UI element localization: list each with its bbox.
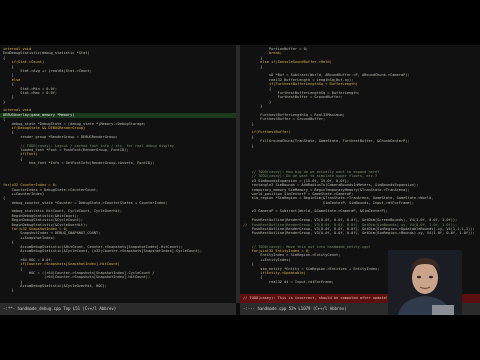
left-status-bar: -:**- handmade_debug.cpp Top L51 (C++/l … bbox=[0, 303, 236, 315]
presenter-figure bbox=[388, 250, 462, 315]
code-line: PushRectOutline(RenderGroup, V3(0.0f, 0.… bbox=[243, 231, 475, 236]
video-top-bar bbox=[0, 0, 480, 12]
right-code-lines: PortionBuffer = 0; break; } else if(Cons… bbox=[243, 47, 478, 284]
webcam-overlay bbox=[388, 250, 462, 315]
left-code-lines: internal void EndDebugStatistic(debug_sta… bbox=[3, 47, 234, 293]
left-code-pane[interactable]: internal void EndDebugStatistic(debug_sta… bbox=[0, 45, 236, 303]
code-line: } bbox=[3, 288, 14, 293]
code-line: PushRectOutline(RenderGroup, V3(0.0f, 0.… bbox=[243, 218, 458, 223]
editor-frame: internal void EndDebugStatistic(debug_sta… bbox=[0, 45, 480, 315]
code-line: AccumDebugStatistic(&CycleCount, (u32)Co… bbox=[3, 248, 203, 253]
